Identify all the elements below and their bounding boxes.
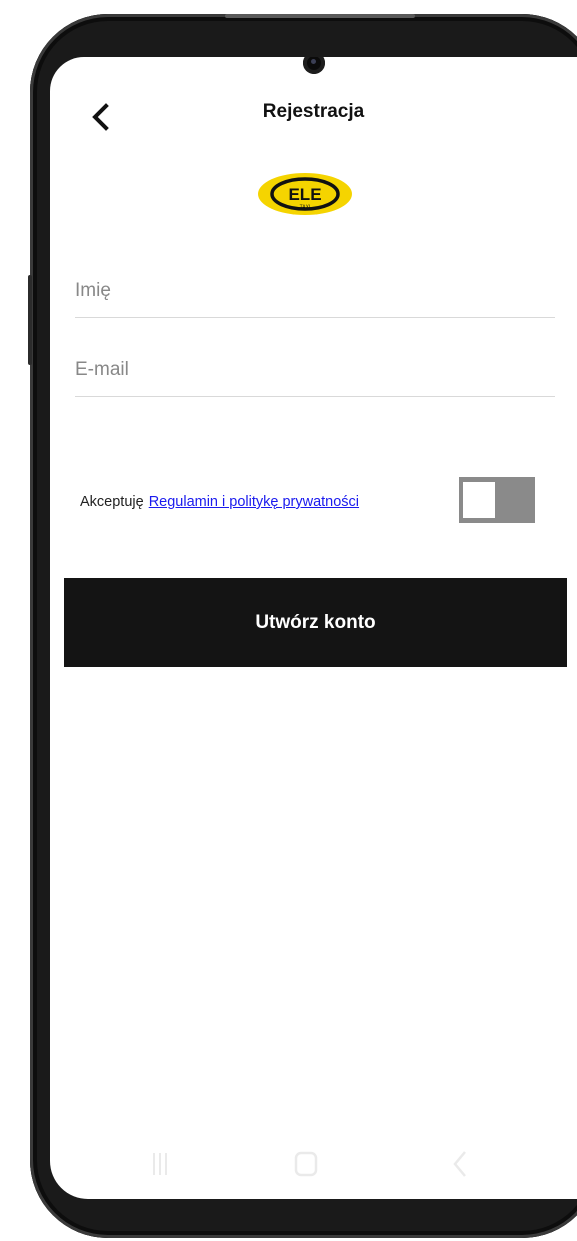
terms-toggle[interactable] [459,477,535,523]
page-title: Rejestracja [262,101,365,122]
ele-taxi-logo: ELE TAXI [255,171,355,221]
back-icon[interactable] [450,1147,470,1181]
logo-subtext: TAXI [300,205,311,211]
name-input[interactable] [75,271,555,311]
logo-text: ELE [288,185,321,204]
front-camera [303,57,325,74]
phone-side-button [28,275,32,365]
system-navbar [50,1147,577,1197]
email-input[interactable] [75,350,555,390]
name-field [75,271,555,318]
email-field [75,350,555,397]
recents-icon[interactable] [150,1147,170,1181]
create-account-button[interactable]: Utwórz konto [64,578,567,667]
terms-link[interactable]: Regulamin i politykę prywatności [149,494,359,510]
phone-top-edge [225,14,415,18]
home-icon[interactable] [292,1147,320,1181]
terms-prefix: Akceptuję [80,494,144,510]
phone-screen: Rejestracja ELE TAXI Akceptuję Regulamin… [50,57,577,1199]
toggle-knob [463,482,495,518]
